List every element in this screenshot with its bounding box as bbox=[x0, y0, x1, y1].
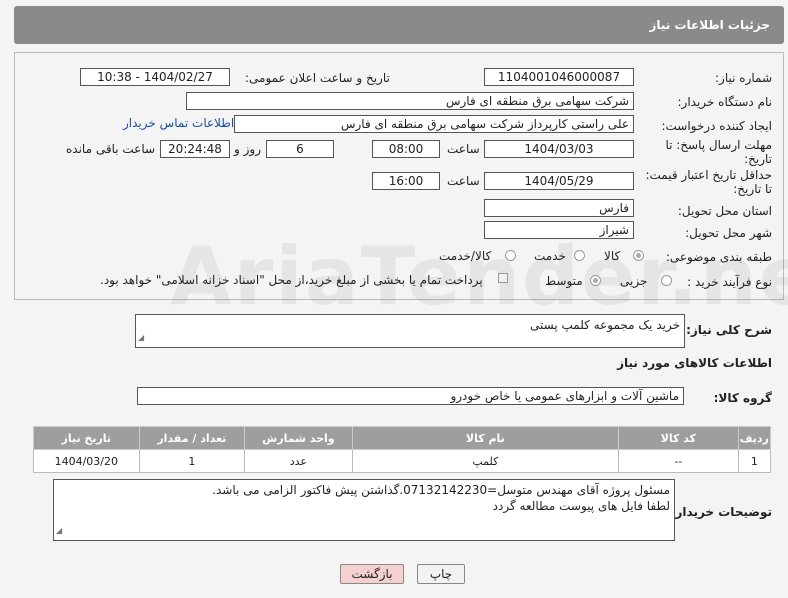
buyer-notes-textarea[interactable]: مسئول پروژه آقای مهندس متوسل=07132142230… bbox=[53, 479, 675, 541]
remaining-time-field: 20:24:48 bbox=[160, 140, 230, 158]
validity-time-label: ساعت bbox=[447, 174, 480, 188]
cell-need-date: 1404/03/20 bbox=[33, 449, 140, 473]
contact-buyer-link[interactable]: اطلاعات تماس خریدار bbox=[123, 116, 234, 130]
page-header: جزئیات اطلاعات نیاز bbox=[14, 6, 784, 44]
process-minor-label: جزیی bbox=[620, 274, 648, 288]
deadline-label: مهلت ارسال پاسخ: تا bbox=[665, 138, 772, 152]
cell-unit: عدد bbox=[244, 449, 353, 473]
category-radio-service[interactable] bbox=[574, 250, 585, 261]
deadline-time-field: 08:00 bbox=[372, 140, 440, 158]
col-row: ردیف bbox=[737, 426, 772, 450]
remaining-time-label: ساعت باقی مانده bbox=[66, 142, 156, 156]
goods-group-field: ماشین آلات و ابزارهای عمومی یا خاص خودرو bbox=[137, 387, 684, 405]
need-number-label: شماره نیاز: bbox=[715, 71, 772, 85]
description-text: خرید یک مجموعه کلمپ پستی bbox=[530, 318, 680, 332]
need-number-field: 1104001046000087 bbox=[484, 68, 634, 86]
page-title: جزئیات اطلاعات نیاز bbox=[649, 18, 770, 32]
announce-label: تاریخ و ساعت اعلان عمومی: bbox=[245, 71, 390, 85]
process-label: نوع فرآیند خرید : bbox=[687, 275, 772, 289]
creator-label: ایجاد کننده درخواست: bbox=[661, 119, 772, 133]
category-radio-goods[interactable] bbox=[633, 250, 644, 261]
resize-grip-icon: ◢ bbox=[138, 333, 145, 342]
cell-code: -- bbox=[618, 449, 739, 473]
description-textarea[interactable]: خرید یک مجموعه کلمپ پستی ◢ bbox=[135, 314, 685, 348]
goods-table: ردیف کد کالا نام کالا واحد شمارش تعداد /… bbox=[33, 426, 772, 473]
category-goods-service-label: کالا/خدمت bbox=[439, 249, 492, 263]
back-button[interactable]: بازگشت bbox=[340, 564, 404, 584]
col-need-date: تاریخ نیاز bbox=[33, 426, 140, 450]
description-label: شرح کلی نیاز: bbox=[686, 323, 772, 337]
validity-label: حداقل تاریخ اعتبار قیمت: bbox=[645, 168, 772, 182]
deadline-label-date: تاریخ: bbox=[744, 152, 772, 166]
buyer-org-label: نام دستگاه خریدار: bbox=[677, 95, 773, 109]
goods-table-header: ردیف کد کالا نام کالا واحد شمارش تعداد /… bbox=[33, 426, 772, 450]
cell-name: کلمپ bbox=[351, 449, 620, 473]
province-label: استان محل تحویل: bbox=[677, 204, 772, 218]
category-label: طبقه بندی موضوعی: bbox=[665, 250, 772, 264]
category-radio-goods-service[interactable] bbox=[505, 250, 516, 261]
buyer-notes-line-2: لطفا فایل های پیوست مطالعه گردد bbox=[492, 499, 670, 513]
deadline-time-label: ساعت bbox=[447, 142, 480, 156]
cell-quantity: 1 bbox=[138, 449, 246, 473]
city-field: شیراز bbox=[484, 221, 634, 239]
announce-field: 1404/02/27 - 10:38 bbox=[80, 68, 230, 86]
goods-group-label: گروه کالا: bbox=[713, 391, 772, 405]
process-radio-minor[interactable] bbox=[661, 275, 672, 286]
col-quantity: تعداد / مقدار bbox=[138, 426, 246, 450]
buyer-org-field: شرکت سهامی برق منطقه ای فارس bbox=[186, 92, 634, 110]
col-code: کد کالا bbox=[618, 426, 739, 450]
days-remaining-field: 6 bbox=[266, 140, 334, 158]
process-radio-medium[interactable] bbox=[590, 275, 601, 286]
buyer-notes-label: توضیحات خریدار: bbox=[670, 505, 772, 519]
validity-time-field: 16:00 bbox=[372, 172, 440, 190]
goods-section-title: اطلاعات کالاهای مورد نیاز bbox=[617, 356, 772, 370]
col-unit: واحد شمارش bbox=[244, 426, 353, 450]
col-name: نام کالا bbox=[351, 426, 620, 450]
creator-field: علی راستی کارپرداز شرکت سهامی برق منطقه … bbox=[234, 115, 634, 133]
category-service-label: خدمت bbox=[534, 249, 566, 263]
cell-row: 1 bbox=[737, 449, 772, 473]
buyer-notes-line-1: مسئول پروژه آقای مهندس متوسل=07132142230… bbox=[212, 483, 670, 497]
province-field: فارس bbox=[484, 199, 634, 217]
city-label: شهر محل تحویل: bbox=[685, 226, 772, 240]
treasury-payment-checkbox[interactable] bbox=[498, 273, 508, 283]
treasury-payment-note: پرداخت تمام یا بخشی از مبلغ خرید،از محل … bbox=[100, 273, 483, 287]
deadline-date-field: 1404/03/03 bbox=[484, 140, 634, 158]
resize-grip-icon: ◢ bbox=[56, 526, 63, 535]
validity-date-field: 1404/05/29 bbox=[484, 172, 634, 190]
print-button[interactable]: چاپ bbox=[417, 564, 465, 584]
days-label: روز و bbox=[234, 142, 261, 156]
validity-label-date: تا تاریخ: bbox=[733, 182, 772, 196]
table-row: 1 -- کلمپ عدد 1 1404/03/20 bbox=[33, 449, 772, 473]
category-goods-label: کالا bbox=[604, 249, 621, 263]
process-medium-label: متوسط bbox=[545, 274, 583, 288]
